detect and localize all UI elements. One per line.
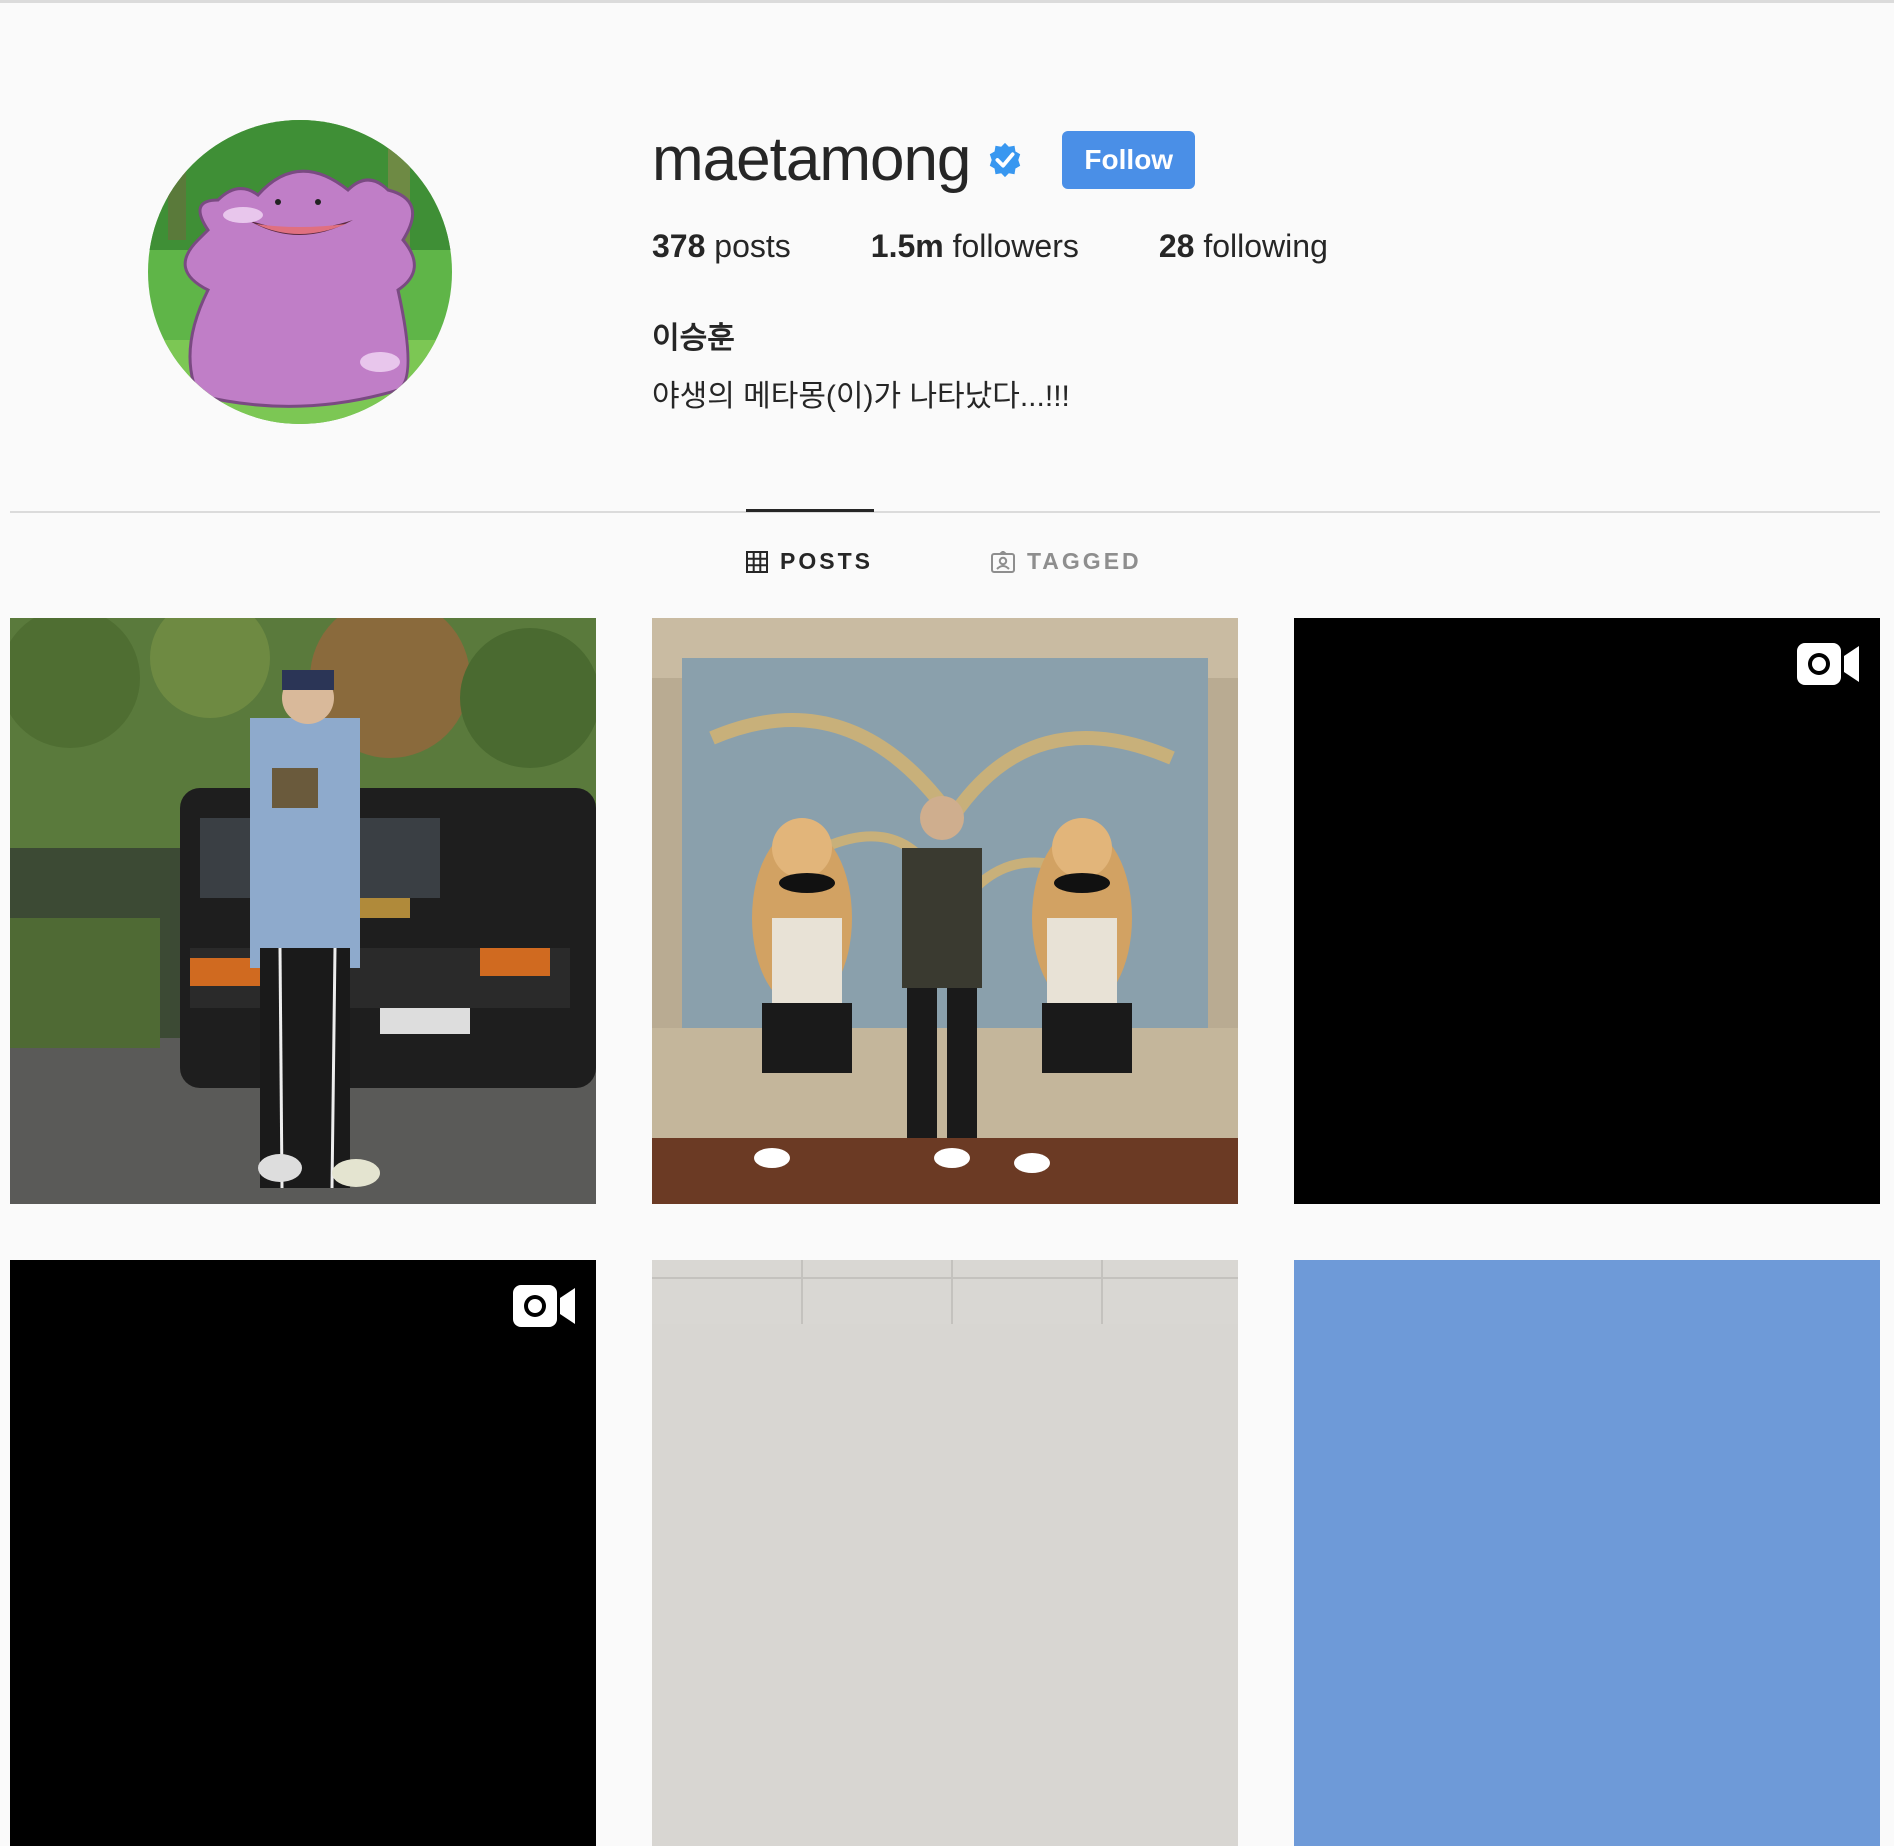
tabs-divider [10, 511, 1880, 513]
following-label: following [1194, 228, 1328, 264]
top-border [0, 0, 1894, 3]
post-tile[interactable] [1294, 1260, 1880, 1846]
post-tile-video[interactable] [1294, 618, 1880, 1204]
post-tile[interactable] [652, 618, 1238, 1204]
followers-stat[interactable]: 1.5m followers [871, 228, 1079, 265]
active-tab-indicator [746, 509, 874, 512]
followers-count: 1.5m [870, 228, 944, 264]
profile-info: maetamong Follow 378 posts 1.5m follower… [652, 120, 1408, 415]
username: maetamong [652, 125, 971, 194]
tab-tagged[interactable]: TAGGED [990, 548, 1142, 575]
post-tile[interactable] [10, 618, 596, 1204]
grid-icon [746, 550, 768, 573]
posts-stat: 378 posts [652, 228, 791, 265]
following-stat[interactable]: 28 following [1159, 228, 1328, 265]
profile-tabs: POSTS TAGGED [746, 548, 1142, 575]
video-icon [1797, 643, 1859, 685]
post-tile-video[interactable] [10, 1260, 596, 1846]
full-name: 이승훈 [652, 322, 735, 355]
profile-avatar[interactable] [148, 120, 452, 424]
video-icon [513, 1285, 575, 1327]
bio: 야생의 메타몽(이)가 나타났다...!!! [652, 380, 1070, 413]
username-row: maetamong Follow [652, 120, 1408, 200]
verified-badge-icon [986, 141, 1024, 179]
tab-posts[interactable]: POSTS [746, 548, 873, 575]
tab-tagged-label: TAGGED [1026, 548, 1142, 574]
following-count: 28 [1158, 228, 1195, 264]
tab-posts-label: POSTS [780, 548, 873, 574]
posts-label: posts [705, 228, 791, 264]
profile-stats: 378 posts 1.5m followers 28 following [652, 228, 1408, 265]
tagged-icon [990, 550, 1015, 573]
followers-label: followers [943, 228, 1079, 264]
follow-button[interactable]: Follow [1062, 131, 1196, 189]
posts-count: 378 [652, 228, 706, 264]
post-tile[interactable] [652, 1260, 1238, 1846]
